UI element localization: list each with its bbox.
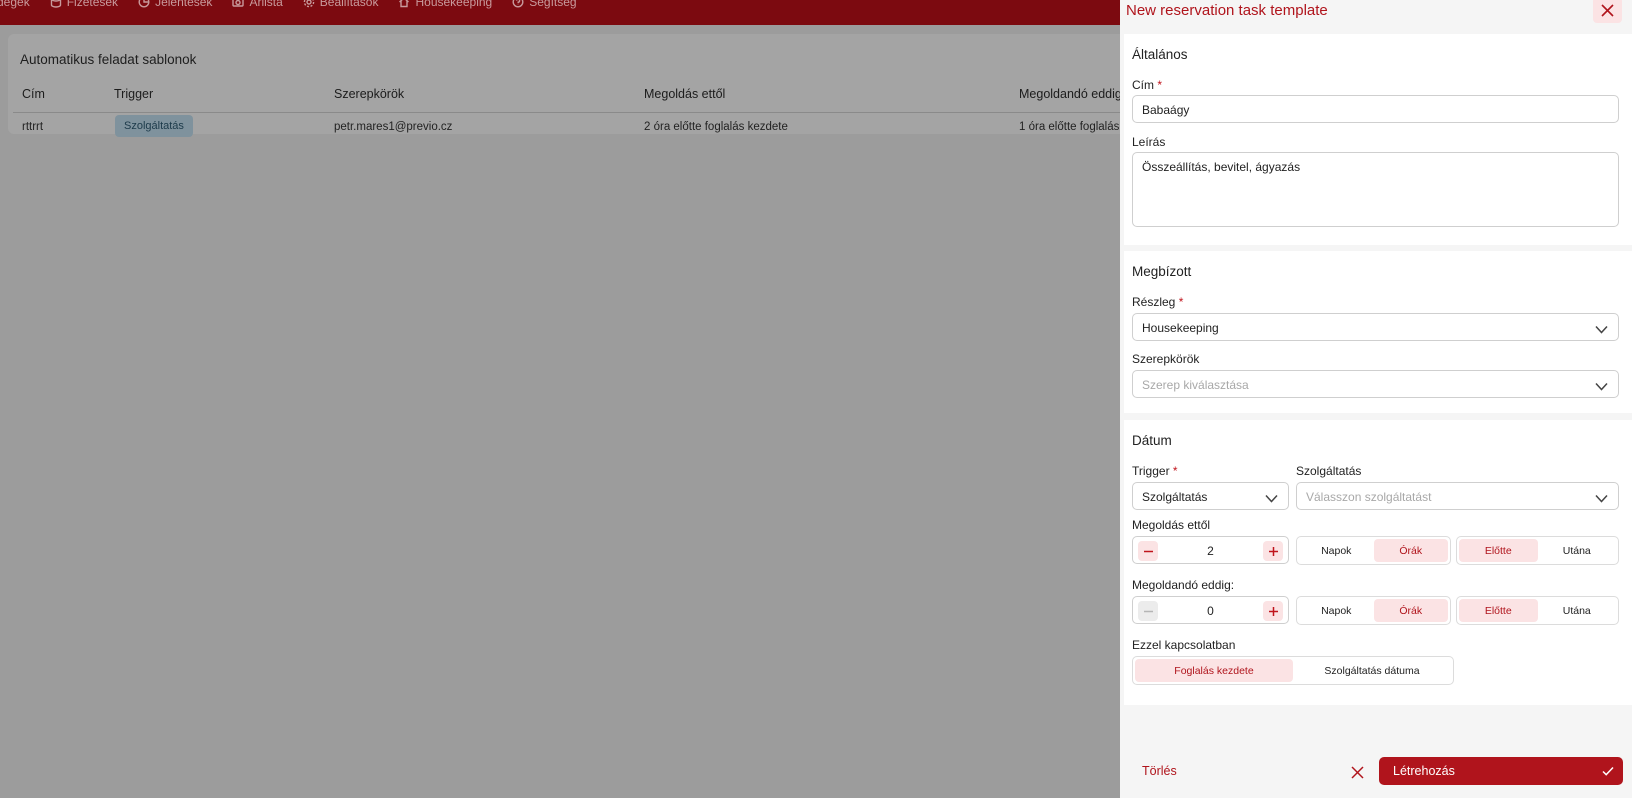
relation-field-label: Ezzel kapcsolatban <box>1132 638 1236 652</box>
nav-item-label: Housekeeping <box>415 0 493 9</box>
until-unit-days[interactable]: Napok <box>1299 599 1374 622</box>
column-header-trigger[interactable]: Trigger <box>114 87 153 101</box>
templates-card: Automatikus feladat sablonok Cím Trigger… <box>8 34 1130 137</box>
settings-icon <box>303 0 315 8</box>
nav-item-help[interactable]: Segítség <box>512 0 577 9</box>
cancel-button[interactable] <box>1351 766 1364 779</box>
from-unit-days[interactable]: Napok <box>1299 539 1374 562</box>
nav-item-guests[interactable]: dégek <box>0 0 30 9</box>
from-direction-toggle: Előtte Utána <box>1456 536 1619 565</box>
until-field-label: Megoldandó eddig: <box>1132 578 1235 592</box>
roles-field-label: Szerepkörök <box>1132 352 1200 366</box>
drawer-title: New reservation task template <box>1126 2 1328 19</box>
nav-item-reports[interactable]: Jelentések <box>138 0 213 9</box>
nav-item-settings[interactable]: Beállítások <box>303 0 379 9</box>
nav-item-pricelist[interactable]: Árlista <box>232 0 283 9</box>
column-header-title[interactable]: Cím <box>22 87 45 101</box>
help-icon <box>512 0 524 8</box>
until-direction-toggle: Előtte Utána <box>1456 596 1619 625</box>
close-icon <box>1351 766 1364 779</box>
cell-from: 2 óra előtte foglalás kezdete <box>644 121 788 133</box>
page-title: Automatikus feladat sablonok <box>20 52 197 67</box>
nav-item-label: Fizetések <box>66 0 119 9</box>
roles-select[interactable]: Szerep kiválasztása <box>1132 370 1619 398</box>
table-divider <box>13 112 1130 113</box>
plus-icon <box>1268 606 1278 616</box>
close-drawer-button[interactable] <box>1593 0 1622 23</box>
nav-item-label: dégek <box>0 0 30 9</box>
chevron-down-icon <box>1265 492 1278 503</box>
relation-service-date-option[interactable]: Szolgáltatás dátuma <box>1293 659 1451 682</box>
from-unit-toggle: Napok Órák <box>1296 536 1451 565</box>
chevron-down-icon <box>1595 323 1608 334</box>
nav-item-label: Segítség <box>529 0 577 9</box>
from-stepper: 2 <box>1132 536 1289 564</box>
until-unit-toggle: Napok Órák <box>1296 596 1451 625</box>
until-before-option[interactable]: Előtte <box>1459 599 1538 622</box>
nav-item-housekeeping[interactable]: Housekeeping <box>398 0 493 9</box>
nav-item-label: Árlista <box>249 0 283 9</box>
date-section: Dátum Trigger * Szolgáltatás Szolgáltatá… <box>1124 420 1632 705</box>
description-textarea[interactable]: Összeállítás, bevitel, ágyazás <box>1132 152 1619 227</box>
task-template-drawer: New reservation task template Általános … <box>1120 0 1638 798</box>
general-section: Általános Cím * Babaágy Leírás Összeállí… <box>1124 34 1632 245</box>
check-icon <box>1602 766 1614 776</box>
department-field-label: Részleg * <box>1132 295 1184 309</box>
from-field-label: Megoldás ettől <box>1132 518 1211 532</box>
close-icon <box>1601 3 1614 17</box>
relation-booking-start-option[interactable]: Foglalás kezdete <box>1135 659 1293 682</box>
until-increment-button[interactable] <box>1263 601 1283 621</box>
title-input[interactable]: Babaágy <box>1132 95 1619 123</box>
chevron-down-icon <box>1595 492 1608 503</box>
title-field-label: Cím * <box>1132 78 1163 92</box>
drawer-body: New reservation task template Általános … <box>1120 0 1632 798</box>
from-before-option[interactable]: Előtte <box>1459 539 1538 562</box>
trigger-badge: Szolgáltatás <box>115 115 193 137</box>
plus-icon <box>1268 546 1278 556</box>
trigger-select[interactable]: Szolgáltatás <box>1132 482 1289 510</box>
from-increment-button[interactable] <box>1263 541 1283 561</box>
until-stepper: 0 <box>1132 596 1289 624</box>
delete-button[interactable]: Törlés <box>1142 764 1177 778</box>
cell-until: 1 óra előtte foglalás k <box>1019 121 1129 133</box>
column-header-from[interactable]: Megoldás ettől <box>644 87 725 101</box>
create-button[interactable]: Létrehozás <box>1379 757 1623 785</box>
section-title-assignee: Megbízott <box>1132 264 1192 279</box>
assignee-section: Megbízott Részleg * Housekeeping Szerepk… <box>1124 251 1632 413</box>
from-unit-hours[interactable]: Órák <box>1373 539 1448 562</box>
chart-pie-icon <box>138 0 150 8</box>
from-after-option[interactable]: Utána <box>1538 539 1617 562</box>
column-header-roles[interactable]: Szerepkörök <box>334 87 404 101</box>
nav-item-label: Jelentések <box>155 0 213 9</box>
until-after-option[interactable]: Utána <box>1538 599 1617 622</box>
trigger-field-label: Trigger * <box>1132 464 1178 478</box>
section-title-general: Általános <box>1132 47 1188 62</box>
cell-title: rttrrt <box>22 121 44 133</box>
service-select[interactable]: Válasszon szolgáltatást <box>1296 482 1619 510</box>
create-button-label: Létrehozás <box>1393 764 1455 778</box>
home-icon <box>399 0 410 8</box>
nav-item-payments[interactable]: Fizetések <box>50 0 119 9</box>
department-select[interactable]: Housekeeping <box>1132 313 1619 341</box>
camera-icon <box>232 0 245 7</box>
chevron-down-icon <box>1595 380 1608 391</box>
description-field-label: Leírás <box>1132 135 1166 149</box>
relation-toggle: Foglalás kezdete Szolgáltatás dátuma <box>1132 656 1454 685</box>
until-unit-hours[interactable]: Órák <box>1373 599 1448 622</box>
column-header-until[interactable]: Megoldandó eddig <box>1019 87 1122 101</box>
cell-roles: petr.mares1@previo.cz <box>334 121 453 133</box>
section-title-date: Dátum <box>1132 433 1172 448</box>
nav-item-label: Beállítások <box>319 0 379 9</box>
coins-icon <box>50 0 61 8</box>
service-field-label: Szolgáltatás <box>1296 464 1362 478</box>
